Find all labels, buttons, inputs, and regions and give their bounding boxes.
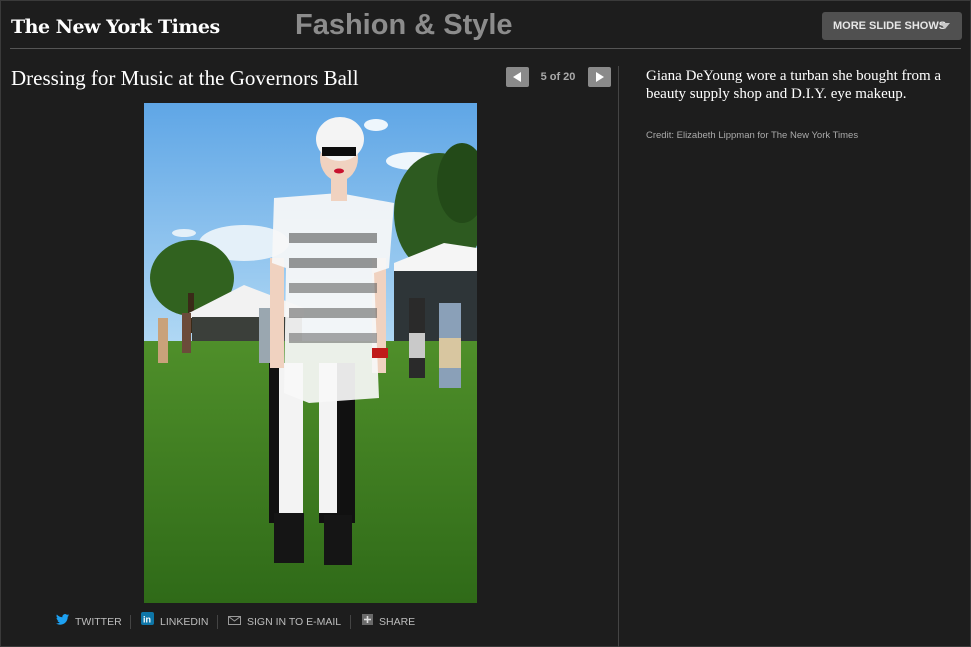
more-slide-shows-label: MORE SLIDE SHOWS xyxy=(833,20,947,32)
previous-slide-button[interactable] xyxy=(506,67,529,87)
section-title[interactable]: Fashion & Style xyxy=(295,9,513,42)
share-separator xyxy=(350,615,351,629)
linkedin-icon: in xyxy=(141,612,154,632)
twitter-share-button[interactable]: TWITTER xyxy=(56,612,122,632)
linkedin-label: LINKEDIN xyxy=(160,616,209,628)
slideshow-title: Dressing for Music at the Governors Ball xyxy=(11,66,359,90)
linkedin-share-button[interactable]: in LINKEDIN xyxy=(141,612,208,632)
twitter-label: TWITTER xyxy=(75,616,122,628)
share-label: SHARE xyxy=(379,616,416,628)
chevron-down-icon xyxy=(940,23,950,29)
twitter-icon xyxy=(56,612,69,632)
share-separator xyxy=(217,615,218,629)
slide-photo-illustration xyxy=(144,103,477,603)
slide-photo[interactable] xyxy=(144,103,477,603)
arrow-left-icon xyxy=(513,72,521,82)
more-slide-shows-button[interactable]: MORE SLIDE SHOWS xyxy=(822,12,962,40)
nyt-logo[interactable]: The New York Times xyxy=(11,16,220,38)
site-header: The New York Times Fashion & Style MORE … xyxy=(0,0,971,48)
share-separator xyxy=(130,615,131,629)
envelope-icon xyxy=(228,612,241,632)
column-divider xyxy=(618,66,619,647)
slide-caption: Giana DeYoung wore a turban she bought f… xyxy=(646,68,942,102)
slide-counter: 5 of 20 xyxy=(540,71,576,83)
email-share-button[interactable]: SIGN IN TO E-MAIL xyxy=(228,612,341,632)
share-button[interactable]: SHARE xyxy=(362,612,415,632)
arrow-right-icon xyxy=(596,72,604,82)
svg-text:in: in xyxy=(143,615,151,625)
plus-icon xyxy=(362,612,373,632)
header-divider xyxy=(10,48,961,49)
email-label: SIGN IN TO E-MAIL xyxy=(247,616,342,628)
photo-credit: Credit: Elizabeth Lippman for The New Yo… xyxy=(646,130,859,141)
next-slide-button[interactable] xyxy=(588,67,611,87)
